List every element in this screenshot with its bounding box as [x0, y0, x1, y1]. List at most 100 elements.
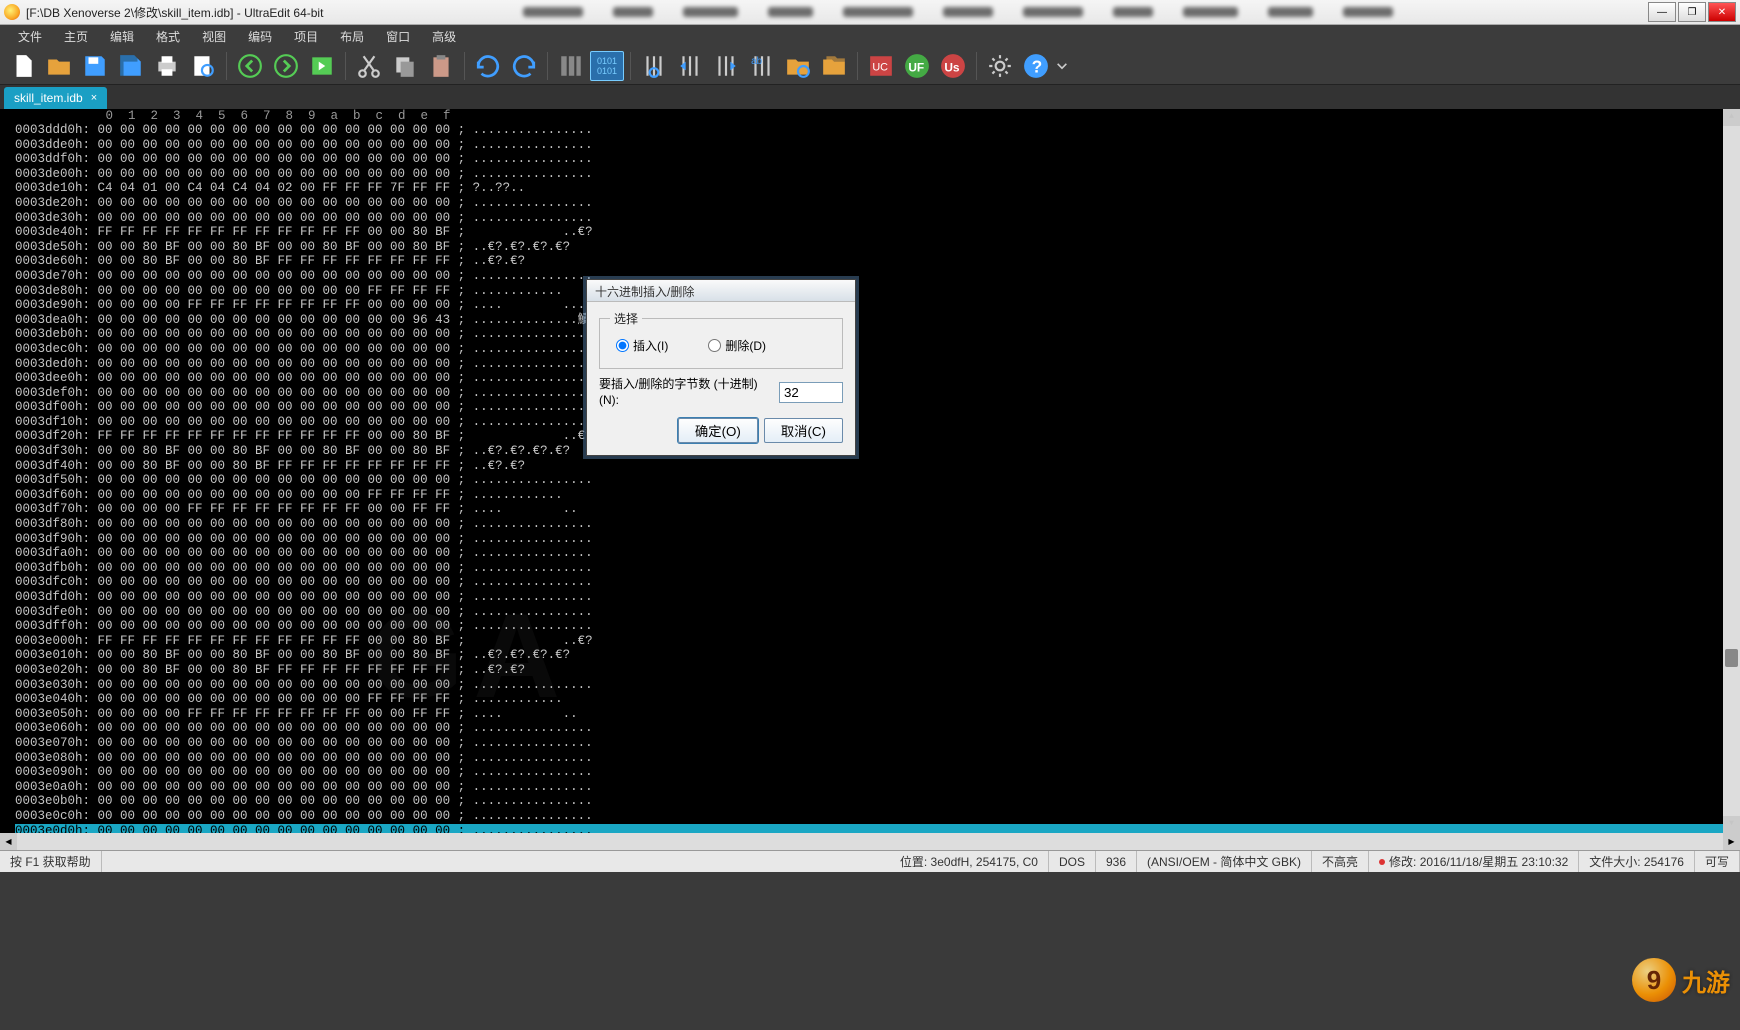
menu-项目[interactable]: 项目	[284, 25, 328, 48]
cancel-button[interactable]: 取消(C)	[764, 418, 843, 443]
forward-icon[interactable]	[269, 49, 303, 83]
undo-icon[interactable]	[471, 49, 505, 83]
scroll-left-icon[interactable]: ◀	[0, 833, 17, 850]
hex-row[interactable]: 0003dec0h: 00 00 00 00 00 00 00 00 00 00…	[15, 342, 1740, 357]
status-highlight[interactable]: 不高亮	[1312, 851, 1369, 872]
compare-icon[interactable]: UC	[864, 49, 898, 83]
save-all-icon[interactable]	[114, 49, 148, 83]
hex-row[interactable]: 0003df30h: 00 00 80 BF 00 00 80 BF 00 00…	[15, 444, 1740, 459]
hex-row[interactable]: 0003de70h: 00 00 00 00 00 00 00 00 00 00…	[15, 269, 1740, 284]
hex-row[interactable]: 0003df70h: 00 00 00 00 FF FF FF FF FF FF…	[15, 502, 1740, 517]
menu-高级[interactable]: 高级	[422, 25, 466, 48]
scroll-thumb[interactable]	[1725, 649, 1738, 667]
hex-row[interactable]: 0003e080h: 00 00 00 00 00 00 00 00 00 00…	[15, 751, 1740, 766]
copy-icon[interactable]	[388, 49, 422, 83]
hex-row[interactable]: 0003df90h: 00 00 00 00 00 00 00 00 00 00…	[15, 532, 1740, 547]
vertical-scrollbar[interactable]: ▲ ▼	[1723, 109, 1740, 833]
menu-视图[interactable]: 视图	[192, 25, 236, 48]
hex-row[interactable]: 0003e030h: 00 00 00 00 00 00 00 00 00 00…	[15, 678, 1740, 693]
menu-格式[interactable]: 格式	[146, 25, 190, 48]
status-encoding[interactable]: (ANSI/OEM - 简体中文 GBK)	[1137, 851, 1312, 872]
hex-row[interactable]: 0003def0h: 00 00 00 00 00 00 00 00 00 00…	[15, 386, 1740, 401]
status-lineend[interactable]: DOS	[1049, 851, 1096, 872]
hex-row[interactable]: 0003e010h: 00 00 80 BF 00 00 80 BF 00 00…	[15, 648, 1740, 663]
hex-row[interactable]: 0003e000h: FF FF FF FF FF FF FF FF FF FF…	[15, 634, 1740, 649]
horizontal-scrollbar[interactable]: ◀ ▶	[0, 833, 1740, 850]
redo-icon[interactable]	[507, 49, 541, 83]
hex-row[interactable]: 0003dfe0h: 00 00 00 00 00 00 00 00 00 00…	[15, 605, 1740, 620]
scroll-down-icon[interactable]: ▼	[1723, 816, 1740, 833]
hex-row[interactable]: 0003ded0h: 00 00 00 00 00 00 00 00 00 00…	[15, 357, 1740, 372]
menu-文件[interactable]: 文件	[8, 25, 52, 48]
hex-row[interactable]: 0003de30h: 00 00 00 00 00 00 00 00 00 00…	[15, 211, 1740, 226]
new-file-icon[interactable]	[6, 49, 40, 83]
hex-row[interactable]: 0003e0c0h: 00 00 00 00 00 00 00 00 00 00…	[15, 809, 1740, 824]
settings-icon[interactable]	[983, 49, 1017, 83]
hex-row[interactable]: 0003de50h: 00 00 80 BF 00 00 80 BF 00 00…	[15, 240, 1740, 255]
menu-主页[interactable]: 主页	[54, 25, 98, 48]
hex-row[interactable]: 0003dff0h: 00 00 00 00 00 00 00 00 00 00…	[15, 619, 1740, 634]
hex-row[interactable]: 0003df80h: 00 00 00 00 00 00 00 00 00 00…	[15, 517, 1740, 532]
hex-row[interactable]: 0003de10h: C4 04 01 00 C4 04 C4 04 02 00…	[15, 181, 1740, 196]
replace-icon[interactable]: ab	[745, 49, 779, 83]
hex-row[interactable]: 0003e090h: 00 00 00 00 00 00 00 00 00 00…	[15, 765, 1740, 780]
hex-row[interactable]: 0003dea0h: 00 00 00 00 00 00 00 00 00 00…	[15, 313, 1740, 328]
hex-row[interactable]: 0003ddf0h: 00 00 00 00 00 00 00 00 00 00…	[15, 152, 1740, 167]
radio-delete-input[interactable]	[708, 339, 721, 352]
hex-editor[interactable]: GA 0 1 2 3 4 5 6 7 8 9 a b c d e f 0003d…	[0, 109, 1740, 833]
find-icon[interactable]	[637, 49, 671, 83]
hex-row[interactable]: 0003df60h: 00 00 00 00 00 00 00 00 00 00…	[15, 488, 1740, 503]
menu-编辑[interactable]: 编辑	[100, 25, 144, 48]
hex-row[interactable]: 0003df00h: 00 00 00 00 00 00 00 00 00 00…	[15, 400, 1740, 415]
find-in-files-icon[interactable]	[781, 49, 815, 83]
hex-row[interactable]: 0003dfa0h: 00 00 00 00 00 00 00 00 00 00…	[15, 546, 1740, 561]
find-prev-icon[interactable]	[673, 49, 707, 83]
minimize-button[interactable]: —	[1648, 2, 1676, 22]
radio-insert-input[interactable]	[616, 339, 629, 352]
hex-row[interactable]: 0003de90h: 00 00 00 00 FF FF FF FF FF FF…	[15, 298, 1740, 313]
back-icon[interactable]	[233, 49, 267, 83]
scroll-right-icon[interactable]: ▶	[1723, 833, 1740, 850]
ok-button[interactable]: 确定(O)	[678, 418, 758, 443]
save-icon[interactable]	[78, 49, 112, 83]
hex-row[interactable]: 0003df40h: 00 00 80 BF 00 00 80 BF FF FF…	[15, 459, 1740, 474]
hex-row[interactable]: 0003de40h: FF FF FF FF FF FF FF FF FF FF…	[15, 225, 1740, 240]
help-icon[interactable]: ?	[1019, 49, 1053, 83]
print-preview-icon[interactable]	[186, 49, 220, 83]
hex-row[interactable]: 0003de20h: 00 00 00 00 00 00 00 00 00 00…	[15, 196, 1740, 211]
open-file-icon[interactable]	[42, 49, 76, 83]
hex-row[interactable]: 0003dfd0h: 00 00 00 00 00 00 00 00 00 00…	[15, 590, 1740, 605]
hex-body[interactable]: 0003ddd0h: 00 00 00 00 00 00 00 00 00 00…	[0, 123, 1740, 833]
hex-row[interactable]: 0003e020h: 00 00 80 BF 00 00 80 BF FF FF…	[15, 663, 1740, 678]
menu-编码[interactable]: 编码	[238, 25, 282, 48]
us-icon[interactable]: Us	[936, 49, 970, 83]
hex-row[interactable]: 0003de80h: 00 00 00 00 00 00 00 00 00 00…	[15, 284, 1740, 299]
scroll-up-icon[interactable]: ▲	[1723, 109, 1740, 126]
radio-insert[interactable]: 插入(I)	[616, 337, 668, 354]
paste-icon[interactable]	[424, 49, 458, 83]
goto-icon[interactable]	[305, 49, 339, 83]
cut-icon[interactable]	[352, 49, 386, 83]
radio-delete[interactable]: 删除(D)	[708, 337, 766, 354]
hex-row[interactable]: 0003e060h: 00 00 00 00 00 00 00 00 00 00…	[15, 721, 1740, 736]
hex-row[interactable]: 0003e0a0h: 00 00 00 00 00 00 00 00 00 00…	[15, 780, 1740, 795]
hex-row[interactable]: 0003de60h: 00 00 80 BF 00 00 80 BF FF FF…	[15, 254, 1740, 269]
find-next-icon[interactable]	[709, 49, 743, 83]
hex-row[interactable]: 0003e070h: 00 00 00 00 00 00 00 00 00 00…	[15, 736, 1740, 751]
menu-布局[interactable]: 布局	[330, 25, 374, 48]
hex-row[interactable]: 0003dde0h: 00 00 00 00 00 00 00 00 00 00…	[15, 138, 1740, 153]
tab-skill-item[interactable]: skill_item.idb ×	[4, 87, 107, 109]
hex-row[interactable]: 0003dfc0h: 00 00 00 00 00 00 00 00 00 00…	[15, 575, 1740, 590]
toolbar-dropdown-icon[interactable]	[1055, 49, 1069, 83]
hex-row[interactable]: 0003de00h: 00 00 00 00 00 00 00 00 00 00…	[15, 167, 1740, 182]
hex-row[interactable]: 0003e040h: 00 00 00 00 00 00 00 00 00 00…	[15, 692, 1740, 707]
hex-row[interactable]: 0003ddd0h: 00 00 00 00 00 00 00 00 00 00…	[15, 123, 1740, 138]
menu-窗口[interactable]: 窗口	[376, 25, 420, 48]
print-icon[interactable]	[150, 49, 184, 83]
hex-mode-icon[interactable]: 01010101	[590, 51, 624, 81]
hex-row[interactable]: 0003df10h: 00 00 00 00 00 00 00 00 00 00…	[15, 415, 1740, 430]
maximize-button[interactable]: ❐	[1678, 2, 1706, 22]
hex-row[interactable]: 0003e050h: 00 00 00 00 FF FF FF FF FF FF…	[15, 707, 1740, 722]
close-button[interactable]: ✕	[1708, 2, 1736, 22]
hex-row[interactable]: 0003df50h: 00 00 00 00 00 00 00 00 00 00…	[15, 473, 1740, 488]
